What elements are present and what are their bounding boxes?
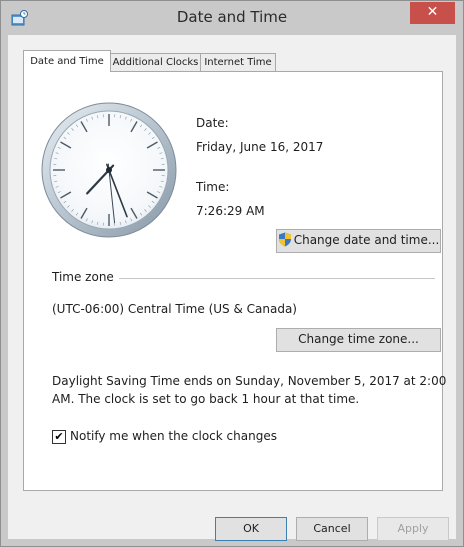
time-label: Time:	[196, 180, 230, 194]
notify-label[interactable]: Notify me when the clock changes	[70, 429, 277, 443]
time-zone-value: (UTC-06:00) Central Time (US & Canada)	[52, 302, 297, 316]
tab-date-and-time[interactable]: Date and Time	[23, 50, 111, 72]
time-value: 7:26:29 AM	[196, 204, 265, 218]
apply-button[interactable]: Apply	[377, 517, 449, 541]
window-title: Date and Time	[176, 8, 288, 26]
close-button[interactable]: ✕	[410, 2, 455, 24]
tab-additional-clocks[interactable]: Additional Clocks	[110, 53, 201, 72]
change-date-time-label: Change date and time...	[293, 233, 440, 247]
dialog-client-area: Date and Time Additional Clocks Internet…	[8, 35, 456, 541]
cancel-button[interactable]: Cancel	[296, 517, 368, 541]
uac-shield-icon	[278, 232, 291, 247]
tab-internet-time[interactable]: Internet Time	[200, 53, 276, 72]
ok-button[interactable]: OK	[215, 517, 287, 541]
close-icon: ✕	[426, 4, 439, 20]
dst-notice-line-2: AM. The clock is set to go back 1 hour a…	[52, 392, 360, 406]
notify-checkbox[interactable]: ✔	[52, 430, 66, 444]
change-time-zone-button[interactable]: Change time zone...	[276, 328, 441, 352]
title-bar[interactable]: Date and Time ✕	[1, 1, 463, 35]
change-date-time-button[interactable]: Change date and time...	[276, 229, 441, 253]
checkmark-icon: ✔	[54, 430, 64, 443]
tab-panel-date-and-time: Date: Friday, June 16, 2017 Time: 7:26:2…	[23, 71, 447, 491]
analog-clock	[41, 102, 177, 238]
clock-center-pin	[106, 167, 112, 173]
date-time-dialog: Date and Time ✕ Date and Time Additional…	[0, 0, 464, 547]
time-zone-divider	[119, 278, 435, 279]
time-zone-group-label: Time zone	[52, 270, 114, 284]
date-value: Friday, June 16, 2017	[196, 140, 324, 154]
dst-notice-line-1: Daylight Saving Time ends on Sunday, Nov…	[52, 374, 447, 388]
date-label: Date:	[196, 116, 229, 130]
